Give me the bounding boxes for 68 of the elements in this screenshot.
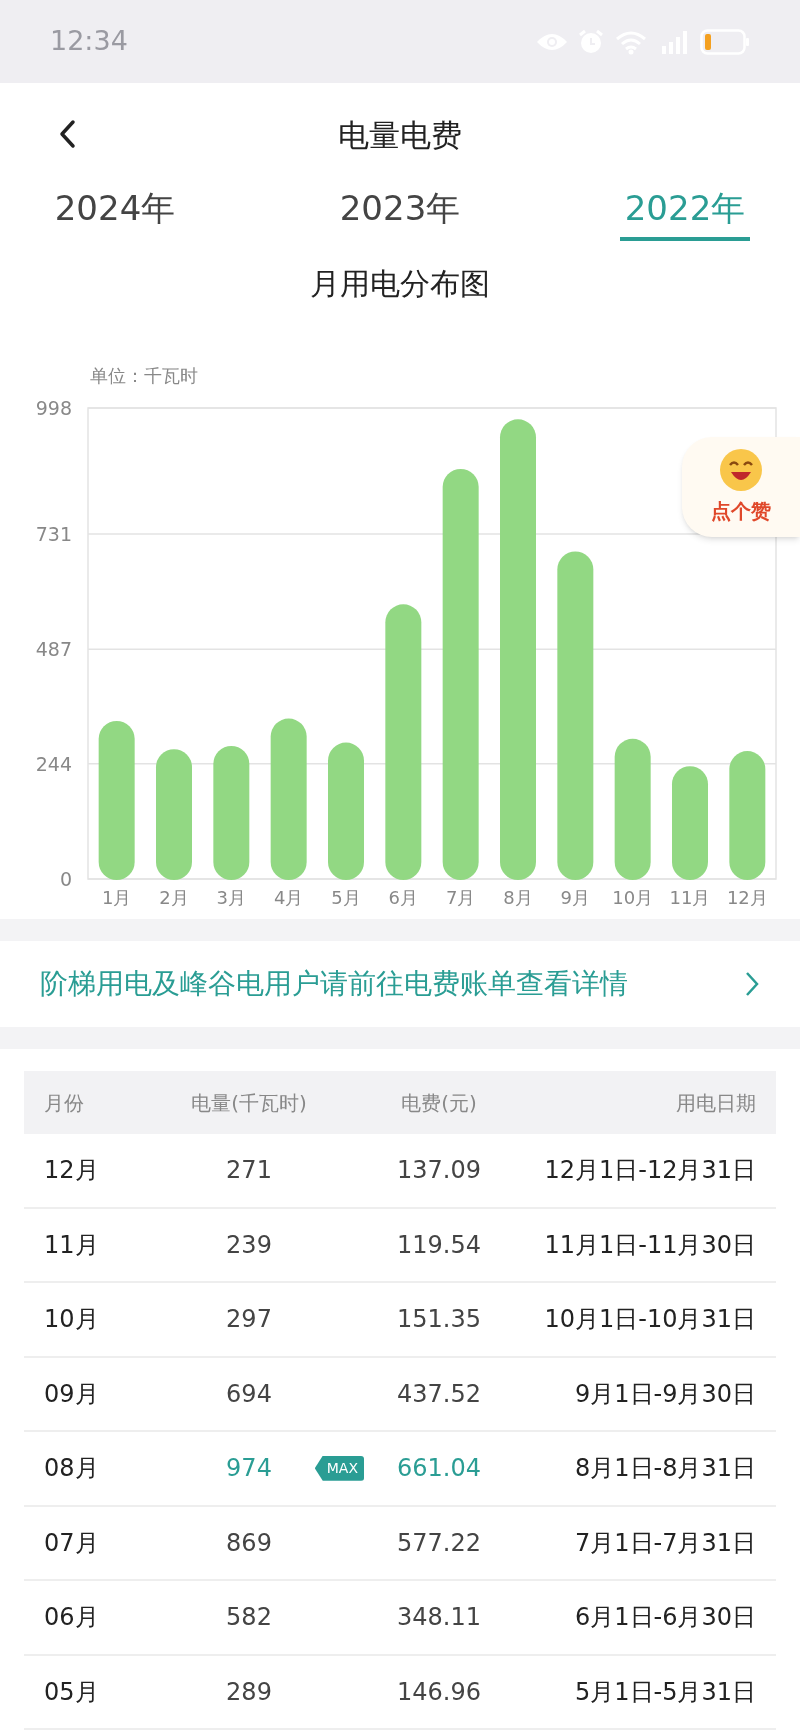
table-cell-text: 09月 — [44, 1378, 100, 1410]
table-cell-text: 11月1日-11月30日 — [543, 1229, 756, 1261]
battery-icon — [700, 28, 750, 55]
y-axis-label: 487 — [35, 638, 72, 661]
x-axis-label: 1月 — [101, 887, 132, 908]
y-axis-label: 244 — [35, 752, 72, 775]
table-cell-text: 869 — [225, 1527, 273, 1559]
column-header: 月份 — [44, 1089, 85, 1117]
table-cell-text: 694 — [225, 1378, 273, 1410]
unit-label: 单位：千瓦时 — [90, 365, 198, 386]
x-axis-label: 3月 — [216, 887, 247, 908]
table-cell-text: 661.04 — [396, 1453, 482, 1485]
table-cell-text: 271 — [225, 1155, 273, 1187]
status-time: 12:34 — [50, 24, 128, 59]
year-tab[interactable]: 2022年 — [620, 183, 750, 241]
year-tab[interactable]: 2023年 — [335, 183, 465, 241]
table-cell-text: 7月1日-7月31日 — [574, 1527, 756, 1559]
chevron-right-icon — [744, 970, 760, 998]
column-header: 用电日期 — [675, 1089, 756, 1117]
y-axis-label: 0 — [59, 868, 72, 890]
table-cell-text: 437.52 — [396, 1378, 482, 1410]
smiley-icon — [719, 448, 763, 492]
column-header: 电量(千瓦时) — [190, 1089, 308, 1117]
table-cell-text: 577.22 — [396, 1527, 482, 1559]
table-cell-text: 11月 — [44, 1229, 100, 1261]
table-cell-text: 12月 — [44, 1155, 100, 1187]
x-axis-label: 10月 — [612, 887, 654, 908]
table-cell-text: 6月1日-6月30日 — [574, 1602, 756, 1634]
table-cell-text: 12月1日-12月31日 — [543, 1155, 756, 1187]
year-tab[interactable]: 2024年 — [50, 183, 180, 241]
table-cell-text: 08月 — [44, 1453, 100, 1485]
table-cell-text: 05月 — [44, 1676, 100, 1708]
x-axis-label: 2月 — [159, 887, 189, 908]
table-cell-text: 289 — [225, 1676, 273, 1708]
table-cell-text: 582 — [225, 1602, 273, 1634]
table-cell-text: 9月1日-9月30日 — [574, 1378, 756, 1410]
table-cell-text: 06月 — [44, 1602, 100, 1634]
like-badge[interactable]: 点个赞 — [682, 437, 800, 537]
x-axis-label: 11月 — [669, 887, 711, 908]
chart-title: 月用电分布图 — [309, 265, 491, 303]
x-axis-label: 5月 — [331, 887, 361, 908]
table-cell-text: 137.09 — [396, 1155, 482, 1187]
table-cell-text: 8月1日-8月31日 — [574, 1453, 756, 1485]
table-cell-text: 348.11 — [396, 1602, 482, 1634]
x-axis-label: 9月 — [560, 887, 591, 908]
y-axis-label: 731 — [35, 523, 72, 545]
table-cell-text: 974 — [225, 1453, 273, 1485]
column-header: 电费(元) — [400, 1089, 478, 1117]
table-cell-text: 5月1日-5月31日 — [574, 1676, 756, 1708]
table-cell-text: 10月1日-10月31日 — [543, 1304, 756, 1336]
table-cell-text: 119.54 — [396, 1229, 482, 1261]
x-axis-label: 6月 — [388, 887, 419, 908]
back-icon[interactable] — [58, 119, 76, 149]
x-axis-label: 7月 — [445, 887, 476, 908]
table-cell-text: 07月 — [44, 1527, 100, 1559]
y-axis-label: 998 — [35, 397, 72, 419]
table-cell-text: 10月 — [44, 1304, 100, 1336]
table-cell-text: 297 — [225, 1304, 273, 1336]
max-badge: MAX — [314, 1455, 364, 1481]
x-axis-label: 8月 — [503, 887, 533, 908]
x-axis-label: 12月 — [726, 887, 768, 908]
notice-banner[interactable]: 阶梯用电及峰谷电用户请前往电费账单查看详情 — [0, 941, 800, 1027]
page-title: 电量电费 — [338, 115, 462, 155]
table-cell-text: 146.96 — [396, 1676, 482, 1708]
table-cell-text: 151.35 — [396, 1304, 482, 1336]
like-label: 点个赞 — [711, 498, 771, 525]
x-axis-label: 4月 — [273, 887, 304, 908]
table-cell-text: 239 — [225, 1229, 273, 1261]
